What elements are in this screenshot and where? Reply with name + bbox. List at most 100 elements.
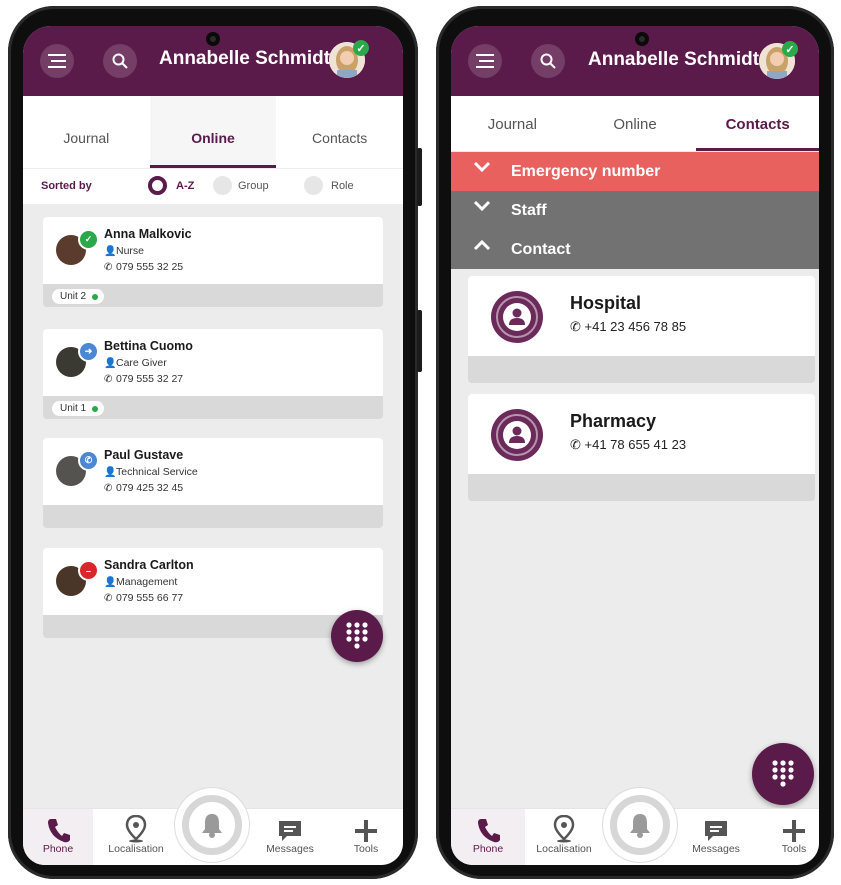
phone-icon: ✆ xyxy=(104,262,113,273)
nav-tools[interactable]: Tools xyxy=(331,815,401,855)
status-do-not-disturb-icon: – xyxy=(78,560,99,581)
status-available-icon: ✓ xyxy=(78,229,99,250)
nav-phone[interactable]: Phone xyxy=(451,809,525,865)
online-dot xyxy=(92,406,99,412)
contact-name: Pharmacy xyxy=(570,411,657,431)
nav-phone[interactable]: Phone xyxy=(23,809,93,865)
contact-phone[interactable]: ✆ 079 555 32 25 xyxy=(104,261,183,273)
nav-label: Localisation xyxy=(536,843,592,855)
tab-contacts[interactable]: Contacts xyxy=(696,96,819,151)
contact-name: Hospital xyxy=(570,293,642,313)
contact-role: 👤Management xyxy=(104,576,177,588)
tab-online[interactable]: Online xyxy=(574,96,697,151)
phone-icon: ✆ xyxy=(104,483,113,494)
dialpad-icon xyxy=(346,622,368,649)
contact-phone-text: +41 23 456 78 85 xyxy=(584,319,687,334)
section-contact[interactable]: Contact xyxy=(451,230,819,269)
alarm-button[interactable] xyxy=(175,788,249,862)
sort-radio-az[interactable] xyxy=(148,176,167,195)
menu-button[interactable] xyxy=(40,44,74,78)
online-dot xyxy=(92,294,99,300)
contact-role-text: Nurse xyxy=(116,245,145,257)
tab-journal[interactable]: Journal xyxy=(451,96,574,151)
section-emergency-number[interactable]: Emergency number xyxy=(451,152,819,191)
nav-messages[interactable]: Messages xyxy=(255,815,325,855)
tab-contacts[interactable]: Contacts xyxy=(276,96,403,168)
sort-option-role[interactable]: Role xyxy=(331,180,354,192)
section-label: Contact xyxy=(511,241,571,258)
search-icon xyxy=(112,53,128,69)
alarm-button[interactable] xyxy=(603,788,677,862)
phone-icon: ✆ xyxy=(570,319,585,334)
person-icon: 👤 xyxy=(104,467,117,478)
tab-online[interactable]: Online xyxy=(149,96,277,168)
contact-card-body: ➜ Bettina Cuomo 👤Care Giver ✆ 079 555 32 … xyxy=(43,329,383,396)
nav-label: Messages xyxy=(692,843,740,855)
nav-label: Tools xyxy=(353,843,379,855)
nav-tools[interactable]: Tools xyxy=(759,815,819,855)
location-pin-icon xyxy=(125,815,147,843)
nav-messages[interactable]: Messages xyxy=(681,815,751,855)
dialpad-button[interactable] xyxy=(331,610,383,662)
sort-option-group[interactable]: Group xyxy=(238,180,269,192)
nav-localisation[interactable]: Localisation xyxy=(101,815,171,855)
contact-phone[interactable]: ✆ 079 555 66 77 xyxy=(104,592,183,604)
dialpad-icon xyxy=(772,760,794,787)
contact-card[interactable]: – Sandra Carlton 👤Management ✆ 079 555 66… xyxy=(43,548,383,638)
contact-name: Paul Gustave xyxy=(104,448,184,462)
person-icon: 👤 xyxy=(104,358,117,369)
status-forward-icon: ➜ xyxy=(78,341,99,362)
message-icon xyxy=(279,821,301,841)
search-button[interactable] xyxy=(531,44,565,78)
contact-person-icon xyxy=(491,291,543,343)
section-staff[interactable]: Staff xyxy=(451,191,819,230)
contact-phone[interactable]: ✆ 079 425 32 45 xyxy=(104,482,183,494)
contact-phone[interactable]: ✆ 079 555 32 27 xyxy=(104,373,183,385)
contact-card[interactable]: ✆ Paul Gustave 👤Technical Service ✆ 079 4… xyxy=(43,438,383,528)
plus-icon xyxy=(355,820,377,842)
contact-card[interactable]: ➜ Bettina Cuomo 👤Care Giver ✆ 079 555 32 … xyxy=(43,329,383,419)
alarm-ring xyxy=(610,795,670,855)
plus-icon xyxy=(783,820,805,842)
contact-role: 👤Nurse xyxy=(104,245,144,257)
menu-button[interactable] xyxy=(468,44,502,78)
contact-card-body: Hospital ✆ +41 23 456 78 85 xyxy=(468,276,815,356)
sort-option-az[interactable]: A-Z xyxy=(176,180,194,192)
phone-contacts-view: Annabelle Schmidt ✓ Journal Online Conta… xyxy=(436,6,834,879)
contact-card[interactable]: ✓ Anna Malkovic 👤Nurse ✆ 079 555 32 25 Un… xyxy=(43,217,383,307)
contact-phone-text: 079 555 66 77 xyxy=(116,592,184,604)
chevron-down-icon xyxy=(473,200,491,212)
bell-icon xyxy=(202,814,222,838)
sort-radio-role[interactable] xyxy=(304,176,323,195)
user-name: Annabelle Schmidt xyxy=(159,48,331,69)
nav-localisation[interactable]: Localisation xyxy=(529,815,599,855)
contact-phone[interactable]: ✆ +41 23 456 78 85 xyxy=(570,319,686,335)
nav-label: Phone xyxy=(472,843,504,855)
status-online-icon: ✓ xyxy=(782,41,798,57)
contact-card-hospital[interactable]: Hospital ✆ +41 23 456 78 85 xyxy=(468,276,815,383)
contact-name: Sandra Carlton xyxy=(104,558,194,572)
contact-card-pharmacy[interactable]: Pharmacy ✆ +41 78 655 41 23 xyxy=(468,394,815,501)
dialpad-button[interactable] xyxy=(752,743,814,805)
contact-role: 👤Care Giver xyxy=(104,357,167,369)
contact-role-text: Management xyxy=(116,576,178,588)
screen: Annabelle Schmidt ✓ Journal Online Conta… xyxy=(451,26,819,865)
contact-card-body: Pharmacy ✆ +41 78 655 41 23 xyxy=(468,394,815,474)
unit-chip: Unit 2 xyxy=(52,289,105,304)
user-name: Annabelle Schmidt xyxy=(588,49,760,70)
search-button[interactable] xyxy=(103,44,137,78)
tab-journal[interactable]: Journal xyxy=(23,96,150,168)
hamburger-menu-icon xyxy=(48,54,66,68)
alarm-ring xyxy=(182,795,242,855)
contact-role-text: Care Giver xyxy=(116,357,167,369)
contact-phone[interactable]: ✆ +41 78 655 41 23 xyxy=(570,437,686,453)
contact-role-text: Technical Service xyxy=(116,466,198,478)
sort-radio-group[interactable] xyxy=(213,176,232,195)
status-on-call-icon: ✆ xyxy=(78,450,99,471)
sort-bar: Sorted by A-Z Group Role xyxy=(23,168,403,204)
phone-icon: ✆ xyxy=(104,374,113,385)
front-camera xyxy=(635,32,649,46)
person-icon: 👤 xyxy=(104,577,117,588)
section-label: Staff xyxy=(511,202,547,219)
contact-phone-text: 079 555 32 27 xyxy=(116,373,184,385)
